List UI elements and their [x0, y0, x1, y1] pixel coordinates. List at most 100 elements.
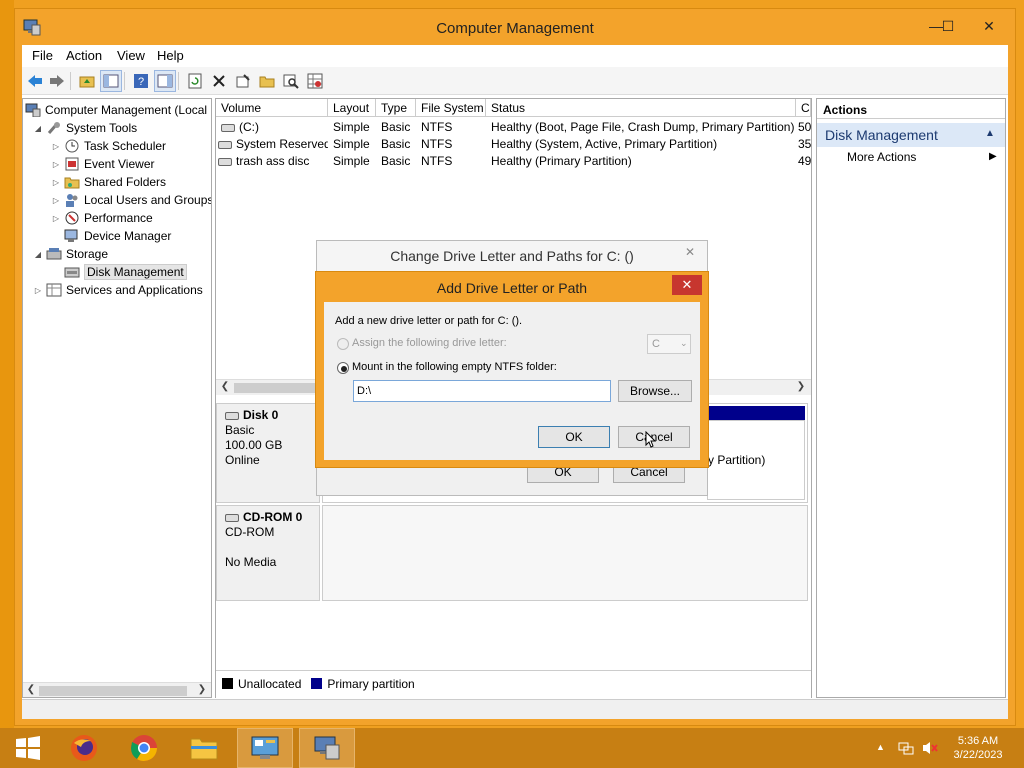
clock[interactable]: 5:36 AM 3/22/2023	[948, 734, 1008, 762]
column-header-status[interactable]: Status	[486, 99, 796, 117]
taskbar-computer-management[interactable]	[299, 728, 355, 768]
intro-text: Add a new drive letter or path for C: ()…	[335, 315, 523, 327]
expand-arrow-icon[interactable]: ▷	[51, 196, 61, 205]
collapse-up-icon[interactable]: ▲	[985, 128, 995, 139]
disk-0-label[interactable]: Disk 0 Basic 100.00 GB Online	[216, 403, 320, 503]
start-button[interactable]	[0, 728, 56, 768]
dialog-title-bar[interactable]: Change Drive Letter and Paths for C: () …	[317, 241, 707, 271]
legend: Unallocated Primary partition	[216, 670, 811, 696]
cdrom-0-partitions	[322, 505, 808, 601]
cdrom-0-label[interactable]: CD-ROM 0 CD-ROM No Media	[216, 505, 320, 601]
layout-cell: Simple	[333, 120, 370, 134]
tree-item-label: Disk Management	[84, 264, 187, 280]
collapse-arrow-icon[interactable]: ◢	[33, 124, 43, 133]
column-header-type[interactable]: Type	[376, 99, 416, 117]
tools-icon	[47, 122, 60, 134]
scroll-left-icon[interactable]: ❮	[24, 684, 38, 697]
tree-item-label: Computer Management (Local	[45, 103, 208, 117]
layout-cell: Simple	[333, 154, 370, 168]
table-row[interactable]: trash ass disc Simple Basic NTFS Healthy…	[216, 153, 811, 170]
users-icon	[66, 194, 78, 207]
title-bar[interactable]: Computer Management — ☐ ✕	[15, 9, 1015, 45]
mount-folder-radio[interactable]	[337, 362, 349, 374]
forward-arrow-icon[interactable]	[46, 70, 68, 92]
tree-item-label: Task Scheduler	[84, 139, 167, 153]
tree-item-performance[interactable]: ▷ Performance	[51, 209, 153, 227]
tree-item-root[interactable]: Computer Management (Local	[25, 101, 207, 119]
close-button[interactable]: ✕	[969, 15, 1009, 37]
table-row[interactable]: (C:) Simple Basic NTFS Healthy (Boot, Pa…	[216, 119, 811, 136]
partition-block[interactable]: y Partition)	[707, 420, 805, 500]
taskbar-chrome[interactable]	[116, 728, 172, 768]
scroll-right-icon[interactable]: ❯	[794, 381, 808, 395]
scroll-thumb[interactable]	[234, 383, 324, 393]
menu-help[interactable]: Help	[157, 48, 184, 63]
tree-item-device-manager[interactable]: Device Manager	[64, 227, 171, 245]
storage-icon	[46, 248, 62, 260]
assign-letter-radio[interactable]	[337, 338, 349, 350]
tree-item-task-scheduler[interactable]: ▷ Task Scheduler	[51, 137, 166, 155]
table-row[interactable]: System Reserved Simple Basic NTFS Health…	[216, 136, 811, 153]
taskbar-firefox[interactable]	[56, 728, 112, 768]
close-button[interactable]: ✕	[677, 243, 703, 261]
submenu-arrow-icon: ▶	[989, 151, 997, 162]
tree-item-disk-management[interactable]: Disk Management	[64, 263, 187, 281]
tree-item-event-viewer[interactable]: ▷ Event Viewer	[51, 155, 155, 173]
drive-icon	[218, 157, 232, 166]
refresh-icon[interactable]	[184, 70, 206, 92]
settings-grid-icon[interactable]	[304, 70, 326, 92]
properties-icon[interactable]	[232, 70, 254, 92]
expand-arrow-icon[interactable]: ▷	[51, 142, 61, 151]
menu-view[interactable]: View	[117, 48, 145, 63]
status-cell: Healthy (System, Active, Primary Partiti…	[491, 137, 718, 151]
taskbar-control-panel[interactable]	[237, 728, 293, 768]
network-icon[interactable]	[898, 740, 914, 756]
dialog-title-bar[interactable]: Add Drive Letter or Path ✕	[316, 272, 708, 302]
volume-muted-icon[interactable]	[921, 740, 939, 756]
maximize-button[interactable]: ☐	[933, 15, 963, 37]
back-arrow-icon[interactable]	[24, 70, 46, 92]
tree-item-local-users[interactable]: ▷ Local Users and Groups	[51, 191, 211, 209]
column-header-capacity[interactable]: C	[796, 99, 811, 117]
tree-item-label: Performance	[84, 211, 153, 225]
capacity-cell: 50	[798, 120, 811, 134]
scroll-left-icon[interactable]: ❮	[218, 381, 232, 395]
search-icon[interactable]	[280, 70, 302, 92]
collapse-arrow-icon[interactable]: ◢	[33, 250, 43, 259]
show-action-pane-icon[interactable]	[154, 70, 176, 92]
close-button[interactable]: ✕	[672, 275, 702, 295]
show-hidden-icons-icon[interactable]: ▲	[876, 742, 885, 752]
delete-icon[interactable]	[208, 70, 230, 92]
expand-arrow-icon[interactable]: ▷	[51, 160, 61, 169]
disk-icon	[225, 411, 239, 420]
open-folder-icon[interactable]	[256, 70, 278, 92]
taskbar-file-explorer[interactable]	[176, 728, 232, 768]
actions-section-disk-management[interactable]: Disk Management ▲	[817, 123, 1005, 147]
browse-button[interactable]: Browse...	[618, 380, 692, 402]
column-header-file-system[interactable]: File System	[416, 99, 486, 117]
up-folder-icon[interactable]	[76, 70, 98, 92]
ok-button[interactable]: OK	[538, 426, 610, 448]
help-icon[interactable]: ?	[130, 70, 152, 92]
tree-item-services[interactable]: ▷ Services and Applications	[33, 281, 203, 299]
column-header-volume[interactable]: Volume	[216, 99, 328, 117]
more-actions-item[interactable]: More Actions	[847, 150, 916, 164]
drive-letter-select[interactable]: C ⌄	[647, 334, 691, 354]
column-header-layout[interactable]: Layout	[328, 99, 376, 117]
menu-action[interactable]: Action	[66, 48, 102, 63]
scroll-right-icon[interactable]: ❯	[195, 684, 209, 697]
tree-item-system-tools[interactable]: ◢ System Tools	[33, 119, 137, 137]
scroll-thumb[interactable]	[39, 686, 187, 696]
show-hide-tree-icon[interactable]	[100, 70, 122, 92]
add-drive-letter-dialog: Add Drive Letter or Path ✕ Add a new dri…	[315, 271, 709, 468]
expand-arrow-icon[interactable]: ▷	[51, 214, 61, 223]
tree-item-storage[interactable]: ◢ Storage	[33, 245, 108, 263]
menu-file[interactable]: File	[32, 48, 53, 63]
folder-path-input[interactable]: D:\	[353, 380, 611, 402]
tree-item-shared-folders[interactable]: ▷ Shared Folders	[51, 173, 166, 191]
primary-partition-bar[interactable]	[707, 406, 805, 420]
tree-horizontal-scrollbar[interactable]: ❮ ❯	[23, 682, 211, 697]
tree-item-label: Device Manager	[84, 229, 172, 243]
expand-arrow-icon[interactable]: ▷	[33, 286, 43, 295]
expand-arrow-icon[interactable]: ▷	[51, 178, 61, 187]
